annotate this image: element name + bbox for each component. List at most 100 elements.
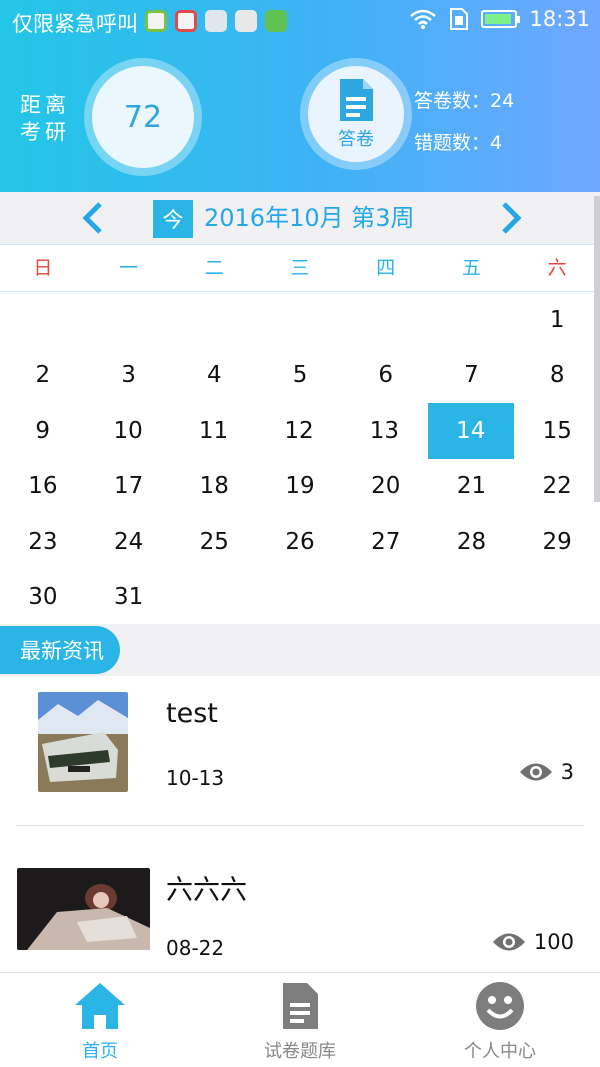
calendar-day[interactable]: 3 (86, 348, 172, 404)
chevron-left-icon[interactable] (78, 200, 108, 236)
news-list: test 10-13 3 六六六 08-22 100 (0, 676, 600, 972)
view-count-value: 100 (533, 930, 574, 954)
calendar-week: 9 10 11 12 13 14 15 (0, 403, 600, 459)
app-icon (145, 10, 167, 32)
calendar-day[interactable]: 20 (343, 459, 429, 515)
message-icon (265, 10, 287, 32)
calendar-day[interactable]: 1 (514, 292, 600, 348)
calendar-day[interactable]: 11 (171, 403, 256, 459)
weekday-label: 四 (376, 257, 396, 279)
view-count: 100 (492, 930, 574, 954)
calendar-day[interactable]: 5 (257, 348, 343, 404)
calendar-empty-cell (514, 570, 600, 626)
calendar-empty-cell (429, 570, 515, 626)
calendar-day[interactable]: 4 (171, 348, 257, 404)
calendar-week: 30 31 (0, 570, 600, 626)
status-bar: 仅限紧急呼叫 18:31 (0, 0, 600, 44)
news-thumbnail (17, 868, 150, 950)
list-item[interactable]: 六六六 08-22 100 (0, 826, 600, 972)
calendar-day[interactable]: 23 (0, 514, 86, 570)
list-item[interactable]: test 10-13 3 (0, 676, 600, 826)
calendar-grid: 1 2 3 4 5 6 7 8 9 10 11 12 13 14 15 16 17 18 19 20 21 22 23 24 2… (0, 292, 600, 624)
calendar-day[interactable]: 9 (0, 403, 85, 459)
news-thumbnail (38, 692, 128, 792)
header-banner: 仅限紧急呼叫 18:31 距离 考研 72 答卷 答卷数：24 错题数：4 (0, 0, 600, 192)
calendar-day[interactable]: 29 (514, 514, 600, 570)
calendar-day[interactable]: 27 (343, 514, 429, 570)
tab-profile-label: 个人中心 (464, 1041, 536, 1062)
calendar-day[interactable]: 24 (86, 514, 172, 570)
answer-papers-label: 答卷 (338, 129, 374, 150)
news-section-header: 最新资讯 (0, 624, 600, 676)
calendar-empty-cell (171, 570, 257, 626)
papers-count: 答卷数：24 (414, 90, 515, 112)
document-icon (283, 983, 318, 1029)
calendar-day[interactable]: 14 (428, 403, 514, 459)
wifi-icon (410, 9, 437, 29)
calendar-day[interactable]: 10 (85, 403, 170, 459)
calendar-day[interactable]: 18 (171, 459, 257, 515)
news-date: 10-13 (166, 766, 225, 790)
calendar-day[interactable]: 22 (514, 459, 600, 515)
calendar-day[interactable]: 16 (0, 459, 86, 515)
tab-profile[interactable]: 个人中心 (400, 973, 600, 1067)
calendar-day[interactable]: 6 (343, 348, 429, 404)
calendar-day[interactable]: 15 (515, 403, 600, 459)
document-icon (340, 79, 373, 121)
calendar-empty-cell (0, 292, 86, 348)
scrollbar[interactable] (594, 196, 600, 502)
today-button[interactable]: 今 (153, 200, 193, 238)
home-icon (75, 983, 125, 1029)
calendar-week: 2345678 (0, 348, 600, 404)
news-title: 六六六 (166, 875, 247, 906)
calendar-week: 23 24 25 26 27 28 29 (0, 514, 600, 570)
calendar-day[interactable]: 30 (0, 570, 86, 626)
countdown-label: 距离 考研 (20, 93, 70, 144)
eye-icon (519, 763, 552, 781)
news-section-title: 最新资讯 (0, 626, 130, 674)
tab-home[interactable]: 首页 (0, 973, 200, 1067)
tab-papers-label: 试卷题库 (264, 1041, 336, 1062)
weekday-label: 日 (33, 257, 53, 279)
calendar-day[interactable]: 8 (514, 348, 600, 404)
weekday-header: 日一二三四五六 (0, 244, 600, 292)
notification-icons (145, 10, 287, 32)
calendar-day[interactable]: 19 (257, 459, 343, 515)
chevron-right-icon[interactable] (496, 200, 526, 236)
days-remaining-value: 72 (92, 66, 194, 168)
smiley-icon (476, 982, 524, 1030)
calendar-day[interactable]: 26 (257, 514, 343, 570)
clock: 18:31 (529, 7, 590, 31)
app-icon (175, 10, 197, 32)
calendar-week: 1 (0, 292, 600, 348)
answer-papers-button[interactable]: 答卷 (300, 58, 412, 170)
calendar-day[interactable]: 25 (171, 514, 257, 570)
news-date: 08-22 (166, 936, 225, 960)
weekday-label: 六 (547, 257, 567, 279)
view-count: 3 (519, 760, 574, 784)
calendar-day[interactable]: 28 (429, 514, 515, 570)
tab-home-label: 首页 (82, 1041, 118, 1062)
calendar-week: 16 17 18 19 20 21 22 (0, 459, 600, 515)
weekday-label: 一 (119, 257, 139, 279)
app-icon (205, 10, 227, 32)
calendar-day[interactable]: 7 (429, 348, 515, 404)
news-title: test (166, 698, 218, 729)
weekday-label: 二 (204, 257, 224, 279)
view-count-value: 3 (560, 760, 574, 784)
calendar-day[interactable]: 21 (429, 459, 515, 515)
days-remaining-circle: 72 (84, 58, 202, 176)
battery-icon (481, 10, 521, 28)
calendar-empty-cell (257, 292, 343, 348)
month-title: 2016年10月 第3周 (204, 204, 415, 232)
calendar-day[interactable]: 2 (0, 348, 86, 404)
calendar-day[interactable]: 17 (86, 459, 172, 515)
calendar-day[interactable]: 13 (342, 403, 427, 459)
calendar-day[interactable]: 31 (86, 570, 172, 626)
eye-icon (492, 933, 525, 951)
carrier-text: 仅限紧急呼叫 (12, 12, 138, 36)
tab-papers[interactable]: 试卷题库 (200, 973, 400, 1067)
calendar-empty-cell (343, 570, 429, 626)
calendar-day[interactable]: 12 (256, 403, 341, 459)
calendar-empty-cell (429, 292, 515, 348)
